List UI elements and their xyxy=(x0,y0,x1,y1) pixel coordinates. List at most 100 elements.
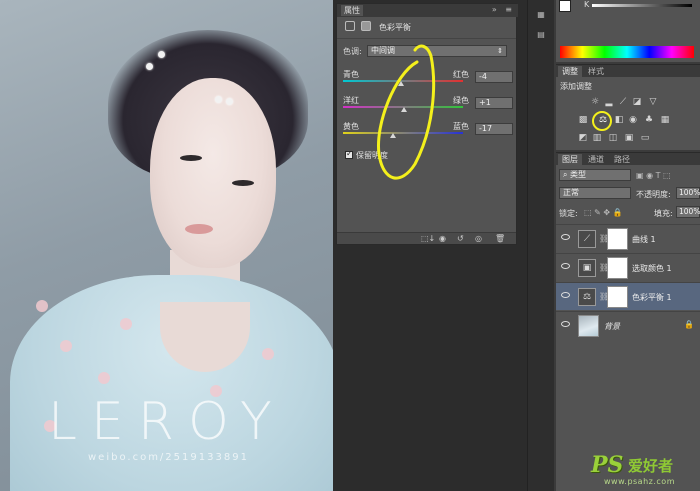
visibility-eye-icon[interactable] xyxy=(561,234,570,240)
layer-name[interactable]: 背景 xyxy=(604,321,620,332)
slider-thumb[interactable] xyxy=(400,107,407,112)
vibrance-icon[interactable]: ▽ xyxy=(648,97,658,107)
panel-dock-strip: ▦ ▤ xyxy=(527,0,554,491)
slider-cyan-red[interactable]: 青色 红色 -4 xyxy=(343,69,513,91)
adjustments-title: 添加调整 xyxy=(560,82,592,91)
layer-name[interactable]: 色彩平衡 1 xyxy=(632,292,672,303)
color-balance-icon xyxy=(345,21,355,31)
opacity-field[interactable]: 100% xyxy=(676,187,700,199)
dress-flower xyxy=(36,300,48,312)
slider-thumb[interactable] xyxy=(389,133,396,138)
tab-channels[interactable]: 通道 xyxy=(584,154,608,165)
color-balance-icon: ⚖ xyxy=(578,288,596,306)
hair-flower xyxy=(226,98,233,105)
site-url: www.psahz.com xyxy=(604,477,675,486)
photo-face xyxy=(150,78,276,268)
tab-layers[interactable]: 图层 xyxy=(558,154,582,165)
lock-label: 锁定: xyxy=(559,209,578,218)
preserve-luminosity-label: 保留明度 xyxy=(356,151,388,160)
slider-magenta-green[interactable]: 洋红 绿色 +1 xyxy=(343,95,513,117)
slider-right-label: 红色 xyxy=(453,70,469,79)
layer-filter-value: 类型 xyxy=(570,170,587,179)
hair-flower xyxy=(215,96,222,103)
dress-flower xyxy=(60,340,72,352)
visibility-eye-icon[interactable] xyxy=(561,263,570,269)
layer-filter-select[interactable]: ⌕ 类型 xyxy=(559,169,631,181)
layer-mask-thumbnail[interactable] xyxy=(607,286,628,308)
tab-paths[interactable]: 路径 xyxy=(610,154,634,165)
slider-value[interactable]: -17 xyxy=(475,123,513,135)
chevron-updown-icon: ⇕ xyxy=(497,47,503,55)
slider-track[interactable] xyxy=(343,132,463,134)
preserve-luminosity-checkbox[interactable]: 保留明度 xyxy=(345,149,388,161)
brightness-icon[interactable]: ☼ xyxy=(590,97,600,107)
layer-row-background[interactable]: 背景 🔒 xyxy=(556,311,700,339)
layers-tab-bar: 图层 通道 路径 xyxy=(556,153,700,165)
actions-icon[interactable]: ▤ xyxy=(533,30,549,44)
blend-mode-select[interactable]: 正常 xyxy=(559,187,631,199)
layer-mask-thumbnail[interactable] xyxy=(607,228,628,250)
slider-value[interactable]: -4 xyxy=(475,71,513,83)
selective-color-icon[interactable]: ▣ xyxy=(624,133,634,143)
layer-name[interactable]: 曲线 1 xyxy=(632,234,656,245)
slider-left-label: 黄色 xyxy=(343,122,359,131)
color-spectrum[interactable] xyxy=(560,46,694,58)
visibility-eye-icon[interactable] xyxy=(561,292,570,298)
photo-filter-icon[interactable]: ◉ xyxy=(628,115,638,125)
tab-properties[interactable]: 属性 xyxy=(341,5,363,16)
document-canvas[interactable]: LEROY weibo.com/2519133891 xyxy=(0,0,333,491)
dress-flower xyxy=(262,348,274,360)
slider-yellow-blue[interactable]: 黄色 蓝色 -17 xyxy=(343,121,513,143)
levels-icon[interactable]: ▂ xyxy=(604,97,614,107)
exposure-icon[interactable]: ◪ xyxy=(632,97,642,107)
photo-lips xyxy=(185,224,213,234)
tab-adjustments[interactable]: 调整 xyxy=(558,66,582,77)
posterize-icon[interactable]: ▥ xyxy=(592,133,602,143)
layer-row-curves[interactable]: ⟋ ⛓ 曲线 1 xyxy=(556,224,700,252)
properties-tab-bar: 属性 » ≡ xyxy=(337,4,518,17)
slider-right-label: 蓝色 xyxy=(453,122,469,131)
visibility-eye-icon[interactable] xyxy=(561,321,570,327)
black-white-icon[interactable]: ◧ xyxy=(614,115,624,125)
layer-mask-thumbnail[interactable] xyxy=(607,257,628,279)
reset-icon[interactable]: ↺ xyxy=(457,234,464,243)
dress-flower xyxy=(98,372,110,384)
history-icon[interactable]: ▦ xyxy=(533,10,549,24)
channel-mixer-icon[interactable]: ♣ xyxy=(644,115,654,125)
layer-row-color-balance[interactable]: ⚖ ⛓ 色彩平衡 1 xyxy=(556,282,700,310)
opacity-label: 不透明度: xyxy=(636,190,671,199)
trash-icon[interactable]: 🗑 xyxy=(495,234,505,243)
layer-mask-icon[interactable] xyxy=(361,21,371,31)
clip-to-layer-icon[interactable]: ⬚↓ xyxy=(421,234,435,243)
site-logo: PS xyxy=(591,452,624,478)
slider-thumb[interactable] xyxy=(397,81,404,86)
filter-icons[interactable]: ▣ ◉ T ⬚ xyxy=(636,171,671,180)
slider-value[interactable]: +1 xyxy=(475,97,513,109)
checkbox-checked-icon[interactable] xyxy=(345,149,353,159)
hair-flower xyxy=(146,63,153,70)
layer-name[interactable]: 选取颜色 1 xyxy=(632,263,672,274)
panel-name: 色彩平衡 xyxy=(379,23,411,32)
channel-label: K xyxy=(584,0,590,9)
slider-left-label: 洋红 xyxy=(343,96,359,105)
k-slider[interactable] xyxy=(592,4,692,7)
threshold-icon[interactable]: ◫ xyxy=(608,133,618,143)
view-previous-icon[interactable]: ◉ xyxy=(439,234,446,243)
layer-row-selective-color[interactable]: ▣ ⛓ 选取颜色 1 xyxy=(556,253,700,281)
hair-flower xyxy=(158,51,165,58)
lock-icons[interactable]: ⬚ ✎ ✥ 🔒 xyxy=(584,208,623,217)
fill-field[interactable]: 100% xyxy=(676,206,700,218)
properties-panel: 属性 » ≡ 色彩平衡 色调: 中间调 ⇕ 青色 红色 -4 洋红 绿色 +1 … xyxy=(336,3,518,245)
tab-styles[interactable]: 样式 xyxy=(584,66,608,77)
visibility-icon[interactable]: ◎ xyxy=(475,234,482,243)
tone-select[interactable]: 中间调 ⇕ xyxy=(367,45,507,57)
search-icon: ⌕ xyxy=(563,170,571,179)
color-lookup-icon[interactable]: ▦ xyxy=(660,115,670,125)
gradient-map-icon[interactable]: ▭ xyxy=(640,133,650,143)
foreground-color-swatch[interactable] xyxy=(559,0,571,12)
hue-saturation-icon[interactable]: ▩ xyxy=(578,115,588,125)
curves-icon[interactable]: ⟋ xyxy=(618,97,628,107)
panel-menu-icon[interactable]: » ≡ xyxy=(492,5,515,14)
invert-icon[interactable]: ◩ xyxy=(578,133,588,143)
curves-icon: ⟋ xyxy=(578,230,596,248)
